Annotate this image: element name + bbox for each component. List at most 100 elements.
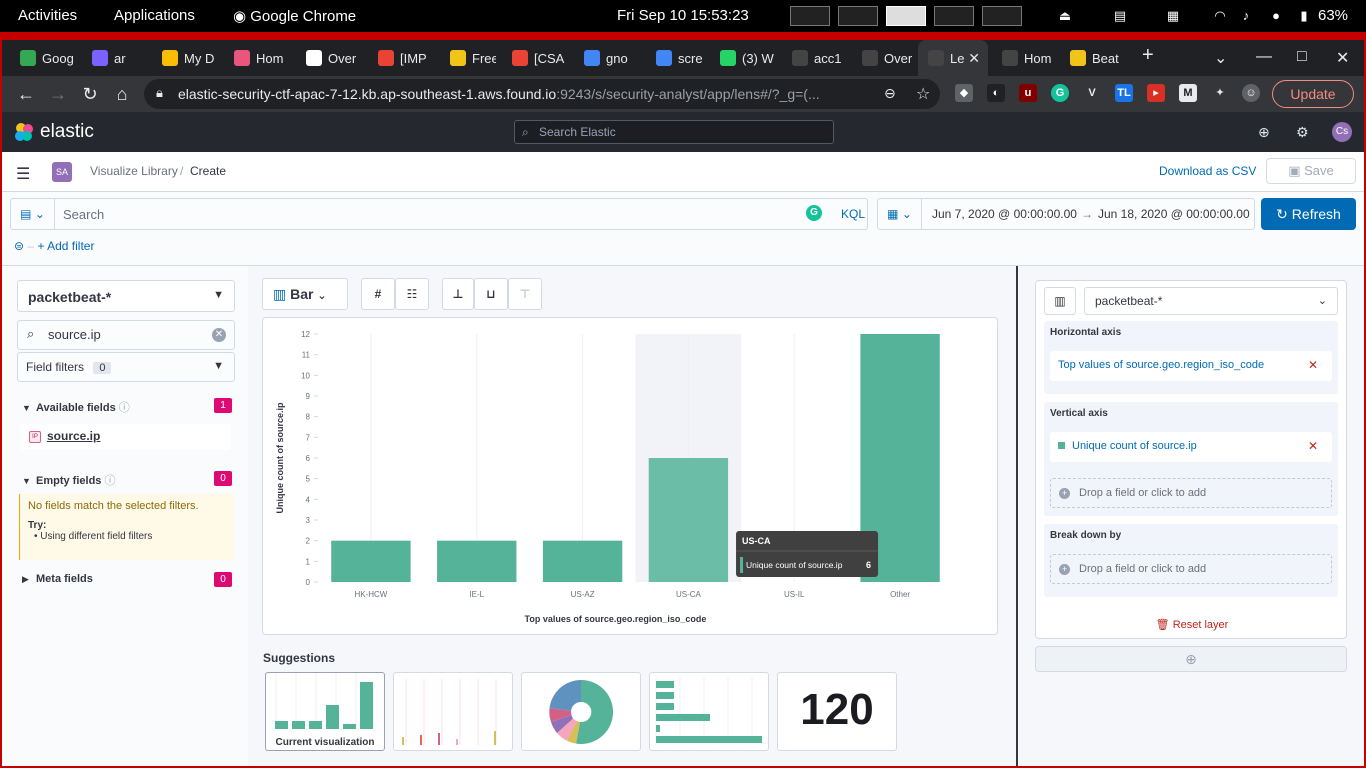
remove-dimension-icon[interactable]: ✕ [1308, 358, 1318, 372]
browser-tab[interactable]: scre [646, 40, 704, 76]
info-icon[interactable]: ⓘ [104, 475, 115, 487]
close-tab-icon[interactable]: ✕ [968, 50, 980, 67]
ublock-icon[interactable]: u [1019, 84, 1037, 102]
space-avatar[interactable]: SA [52, 162, 72, 182]
browser-tab[interactable]: [CSA [502, 40, 568, 76]
value-labels-button[interactable]: # [361, 278, 395, 310]
remove-dimension-icon[interactable]: ✕ [1308, 439, 1318, 453]
extension-v-icon[interactable]: V [1083, 84, 1101, 102]
field-item-source-ip[interactable]: IP source.ip [21, 424, 231, 450]
newsfeed-icon[interactable]: ⚙ [1296, 124, 1309, 141]
bookmark-star-icon[interactable]: ☆ [916, 84, 930, 104]
address-bar[interactable]: 🔒︎ elastic-security-ctf-apac-7-12.kb.ap-… [144, 79, 940, 109]
user-avatar[interactable]: Cs [1332, 122, 1352, 142]
workspace-1[interactable] [790, 6, 830, 26]
chart-type-switcher[interactable]: ▥ Bar ⌄ [262, 278, 348, 310]
update-button[interactable]: Update [1272, 80, 1354, 108]
browser-tab[interactable]: Over [852, 40, 912, 76]
bar[interactable] [437, 540, 517, 582]
empty-fields-toggle[interactable]: ▼ Empty fields ⓘ [22, 472, 115, 488]
field-search-input[interactable]: ⌕ source.ip ✕ [17, 320, 235, 350]
date-end[interactable]: Jun 18, 2020 @ 00:00:00.00 [1098, 207, 1250, 221]
help-icon[interactable]: ⊕ [1258, 124, 1270, 141]
date-picker[interactable]: ▦ ⌄ Jun 7, 2020 @ 00:00:00.00 → Jun 18, … [877, 198, 1255, 230]
index-pattern-picker[interactable]: packetbeat-* ▼ [17, 280, 235, 312]
forward-button[interactable]: → [46, 82, 70, 106]
breadcrumb-visualize-library[interactable]: Visualize Library [90, 164, 178, 178]
series-color-swatch[interactable] [1058, 442, 1065, 449]
browser-tab[interactable]: Beat [1060, 40, 1128, 76]
battery-icon[interactable]: ▮ [1296, 8, 1312, 24]
bar[interactable] [648, 458, 729, 582]
browser-tab[interactable]: gno [574, 40, 640, 76]
home-button[interactable]: ⌂ [110, 82, 134, 106]
suggestion-horizontal-bar[interactable] [649, 672, 769, 751]
field-filters-button[interactable]: Field filters 0 ▼ [17, 352, 235, 382]
quick-date-button[interactable]: ▦ ⌄ [878, 199, 922, 229]
download-csv-link[interactable]: Download as CSV [1159, 164, 1256, 178]
browser-tab[interactable]: (3) W [710, 40, 776, 76]
clock[interactable]: Fri Sep 10 15:53:23 [617, 7, 749, 24]
horizontal-axis-dimension[interactable]: Top values of source.geo.region_iso_code… [1050, 351, 1332, 381]
extensions-puzzle-icon[interactable]: ✦ [1211, 84, 1229, 102]
new-tab-button[interactable]: + [1142, 44, 1154, 67]
vertical-axis-dimension[interactable]: Unique count of source.ip ✕ [1050, 432, 1332, 462]
bar-chart[interactable]: 0123456789101112HK-HCW IE-L US-AZ US-CA US-I… [263, 318, 999, 636]
browser-tab[interactable]: Free [440, 40, 496, 76]
bar[interactable] [542, 540, 623, 582]
vertical-axis-drop-zone[interactable]: + Drop a field or click to add [1050, 478, 1332, 508]
browser-tab[interactable]: ar [82, 40, 146, 76]
query-input[interactable]: Search [63, 207, 104, 222]
browser-tab[interactable]: Over [296, 40, 362, 76]
browser-tab[interactable]: Hom [992, 40, 1052, 76]
left-axis-button[interactable]: ⊥ [442, 278, 474, 310]
activities-button[interactable]: Activities [18, 7, 77, 24]
workspace-2[interactable] [838, 6, 878, 26]
browser-tab[interactable]: Goog [10, 40, 76, 76]
workspace-3[interactable] [886, 6, 926, 26]
grammarly-icon[interactable]: G [1051, 84, 1069, 102]
applications-menu[interactable]: Applications [114, 7, 195, 24]
eject-icon[interactable]: ⏏ [1057, 8, 1073, 24]
query-bar[interactable]: ▤ ⌄ Search G KQL [10, 198, 868, 230]
zoom-icon[interactable]: ⊖ [884, 85, 896, 102]
global-search-input[interactable]: ⌕ Search Elastic [514, 120, 834, 144]
suggestion-line-chart[interactable] [393, 672, 513, 751]
close-window-button[interactable]: ✕ [1336, 48, 1349, 68]
video-extension-icon[interactable]: ▸ [1147, 84, 1165, 102]
clipboard-icon[interactable]: ▤ [1112, 8, 1128, 24]
info-icon[interactable]: ⓘ [119, 402, 130, 414]
available-fields-toggle[interactable]: ▼ Available fields ⓘ [22, 399, 130, 415]
browser-tab[interactable]: My D [152, 40, 218, 76]
layout-icon[interactable]: ▦ [1165, 8, 1181, 24]
layer-index-pattern-picker[interactable]: packetbeat-* ⌄ [1084, 287, 1338, 315]
reload-button[interactable]: ↻ [78, 82, 102, 106]
add-filter-button[interactable]: + Add filter [37, 239, 94, 253]
workspace-4[interactable] [934, 6, 974, 26]
browser-tab[interactable]: [IMP [368, 40, 434, 76]
legend-button[interactable]: ☷ [395, 278, 429, 310]
extension-m-icon[interactable]: M [1179, 84, 1197, 102]
filter-icon[interactable]: ⊜ [14, 239, 24, 253]
browser-tab[interactable]: Hom [224, 40, 290, 76]
menu-icon[interactable]: ☰ [16, 164, 30, 184]
volume-icon[interactable]: ♪ [1238, 8, 1254, 24]
add-layer-button[interactable]: ⊕ [1035, 646, 1347, 672]
workspace-5[interactable] [982, 6, 1022, 26]
tab-search-icon[interactable]: ⌄ [1214, 48, 1227, 68]
extension-mask-icon[interactable]: ◐ [987, 84, 1005, 102]
extension-shield-icon[interactable]: ◆ [955, 84, 973, 102]
browser-tab[interactable]: Le ✕ [918, 40, 988, 76]
app-menu[interactable]: ◉ Google Chrome [233, 7, 356, 25]
microphone-icon[interactable]: ● [1268, 8, 1284, 24]
reset-layer-button[interactable]: 🗑︎ Reset layer [1036, 618, 1348, 631]
browser-tab[interactable]: acc1 [782, 40, 846, 76]
date-start[interactable]: Jun 7, 2020 @ 00:00:00.00 [932, 207, 1077, 221]
maximize-button[interactable]: □ [1297, 48, 1307, 66]
suggestion-metric[interactable]: 120 [777, 672, 897, 751]
saved-query-button[interactable]: ▤ ⌄ [11, 199, 55, 229]
suggestion-donut-chart[interactable] [521, 672, 641, 751]
minimize-button[interactable]: — [1256, 48, 1272, 66]
bar[interactable] [331, 540, 411, 582]
bottom-axis-button[interactable]: ⊔ [474, 278, 508, 310]
